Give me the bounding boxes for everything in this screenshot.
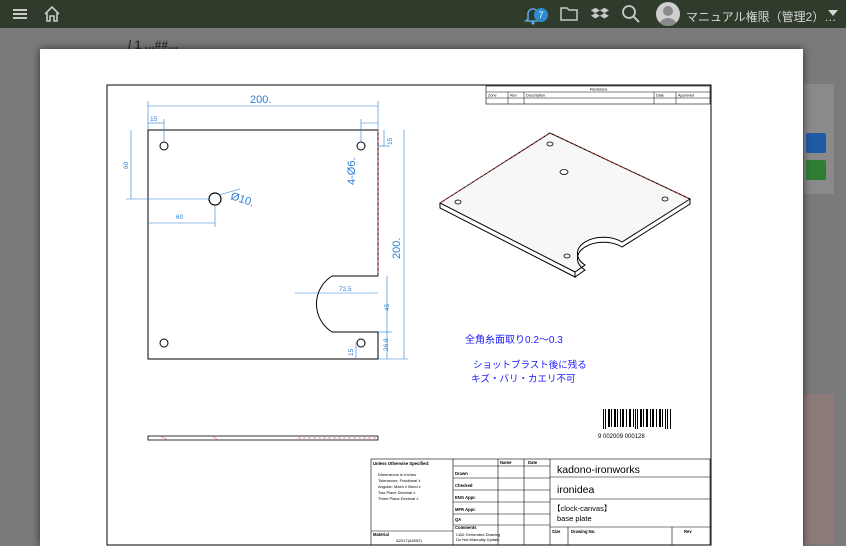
note-blast-1: ショットブラスト後に残る: [473, 359, 587, 371]
dim-holes-6: 4-Ø6.: [346, 157, 358, 185]
row-drawn: Drawn: [455, 471, 468, 476]
note-chamfer: 全角糸面取り0.2～0.3: [465, 333, 563, 346]
dim-hole-10: Ø10.: [229, 190, 255, 209]
dim-15-bottom: 15: [348, 348, 355, 356]
name-header: Name: [500, 460, 512, 465]
dim-width-200: 200.: [250, 94, 271, 106]
rev-col-rev: Rev: [510, 94, 517, 98]
dim-slot-72-5: 72.5: [339, 286, 352, 293]
row-qa: QA: [455, 517, 461, 522]
title-block: [370, 458, 711, 546]
user-avatar[interactable]: [656, 2, 680, 26]
revisions-title: Revisions: [590, 87, 607, 92]
user-name[interactable]: マニュアル権限（管理2）…: [686, 8, 836, 25]
mounting-hole: [159, 141, 169, 151]
folder-icon[interactable]: [559, 5, 579, 23]
person-icon: [659, 6, 677, 26]
drawing-preview-modal: Revisions Zone Rev Description Date Appr…: [40, 49, 803, 546]
rev-col-description: Description: [526, 94, 545, 98]
menu-icon[interactable]: [12, 6, 28, 22]
dim-60-bottom: 60: [176, 214, 184, 221]
rev-label: Rev: [684, 529, 692, 534]
brand-name: ironidea: [557, 484, 595, 496]
barcode-number: 9 002009 000128: [598, 434, 645, 440]
tolerance-line: Three Place Decimal ±: [378, 496, 419, 501]
top-app-bar: 7 マニュアル権限（管理2）…: [0, 0, 846, 28]
rev-col-approved: Approved: [678, 94, 694, 98]
part-name: base plate: [557, 514, 592, 523]
comment-line: Do Not Manually Update: [456, 537, 500, 542]
dropbox-icon[interactable]: [590, 5, 610, 23]
background-action-button: [806, 133, 826, 153]
material-value: A2017(A5052): [396, 538, 422, 543]
rev-col-date: Date: [656, 94, 664, 98]
plate-isometric-view: [438, 132, 692, 278]
background-alert-area: [804, 394, 834, 544]
size-label: Size: [552, 529, 561, 534]
plate-top-view: [147, 129, 379, 360]
mounting-hole: [356, 338, 366, 348]
dim-45: 45: [384, 303, 391, 311]
row-mfr-appr: MFR Appr.: [455, 507, 476, 512]
search-icon[interactable]: [621, 4, 641, 24]
drawing-no-label: Drawing No.: [571, 529, 595, 534]
dim-26-9: 26.9: [383, 338, 390, 351]
technical-drawing: Revisions Zone Rev Description Date Appr…: [106, 84, 712, 546]
mounting-hole: [159, 338, 169, 348]
home-icon[interactable]: [42, 4, 62, 24]
row-checked: Checked: [455, 483, 473, 488]
plate-side-view: [147, 435, 379, 441]
date-header: Date: [528, 460, 538, 465]
tolerance-line: Angular: Mach ± Bend ±: [378, 484, 422, 489]
dim-height-200: 200.: [391, 238, 403, 259]
rev-col-zone: Zone: [488, 94, 497, 98]
dimension-lines: [126, 101, 408, 360]
dim-60-left: 60: [123, 161, 130, 169]
row-comments: Comments: [455, 525, 477, 530]
chevron-down-icon[interactable]: [828, 10, 838, 16]
tolerance-line: Dimensions in Inches: [378, 472, 416, 477]
note-blast-2: キズ・バリ・カエリ不可: [471, 373, 576, 385]
revisions-table: Revisions Zone Rev Description Date Appr…: [485, 85, 711, 105]
row-eng-appr: ENG Appr.: [455, 495, 476, 500]
tolerance-line: Tolerances: Fractional ±: [378, 478, 421, 483]
background-save-button: [806, 160, 826, 180]
company-name: kadono-ironworks: [557, 464, 640, 476]
material-label: Material: [373, 532, 389, 537]
dim-15-top: 15: [150, 116, 158, 123]
project-name: 【clock-canvas】: [553, 504, 611, 513]
tolerance-line: Two Place Decimal ±: [378, 490, 416, 495]
barcode: 9 002009 000128: [598, 409, 672, 440]
notification-badge[interactable]: 7: [534, 8, 548, 22]
tolerance-title: Unless Otherwise Specified:: [373, 461, 429, 466]
dim-15-right: 15: [387, 137, 394, 145]
mounting-hole: [356, 141, 366, 151]
